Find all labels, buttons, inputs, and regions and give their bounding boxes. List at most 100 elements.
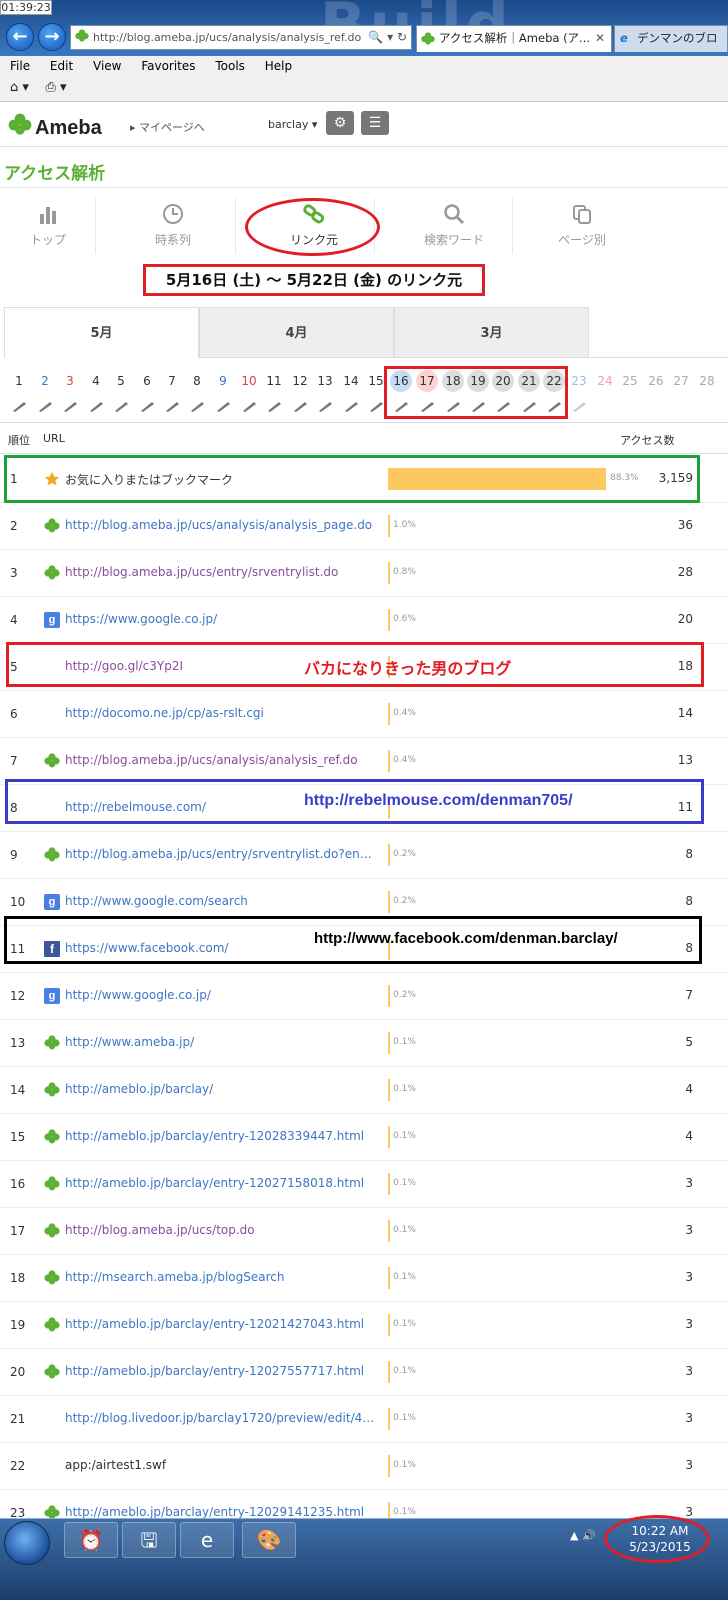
menu-file[interactable]: File	[10, 59, 30, 73]
day-10[interactable]: 10	[238, 370, 260, 392]
user-menu[interactable]: barclay ▾	[268, 118, 317, 131]
percentage-label: 0.1%	[393, 1507, 416, 1517]
day-28[interactable]: 28	[696, 370, 718, 392]
referrer-url[interactable]: https://www.google.co.jp/	[65, 612, 375, 626]
pencil-icon	[370, 402, 383, 412]
nav-top[interactable]: トップ	[0, 195, 108, 260]
referrer-url[interactable]: http://ameblo.jp/barclay/entry-120291412…	[65, 1505, 375, 1519]
address-bar[interactable]: http://blog.ameba.jp/ucs/analysis/analys…	[70, 25, 412, 50]
referrer-url[interactable]: http://ameblo.jp/barclay/entry-120271580…	[65, 1176, 375, 1190]
day-26[interactable]: 26	[645, 370, 667, 392]
ameba-clover-icon	[44, 1035, 60, 1051]
menu-help[interactable]: Help	[265, 59, 292, 73]
day-4[interactable]: 4	[85, 370, 107, 392]
day-11[interactable]: 11	[263, 370, 285, 392]
tab-ameba-analysis[interactable]: アクセス解析｜Ameba (ア... ✕	[416, 25, 612, 52]
menu-button[interactable]: ☰	[361, 111, 389, 135]
percentage-label: 0.1%	[393, 1460, 416, 1470]
menu-edit[interactable]: Edit	[50, 59, 73, 73]
rank: 3	[10, 566, 18, 580]
rank: 14	[10, 1083, 26, 1097]
referrer-url[interactable]: http://ameblo.jp/barclay/entry-120275577…	[65, 1364, 375, 1378]
nav-timeline[interactable]: 時系列	[113, 195, 233, 260]
address-tools-icon[interactable]: 🔍 ▾ ↻	[368, 26, 407, 49]
divider	[235, 198, 236, 254]
mypage-link[interactable]: ▸ マイページへ	[130, 119, 205, 135]
day-2[interactable]: 2	[34, 370, 56, 392]
clock-icon	[163, 204, 183, 224]
day-24[interactable]: 24	[594, 370, 616, 392]
nav-pages[interactable]: ページ別	[522, 195, 642, 260]
taskbar-clock-app-icon[interactable]: ⏰	[64, 1522, 118, 1558]
percentage-bar	[388, 985, 390, 1007]
day-23[interactable]: 23	[568, 370, 590, 392]
referrer-url[interactable]: http://docomo.ne.jp/cp/as-rslt.cgi	[65, 706, 375, 720]
menu-favorites[interactable]: Favorites	[141, 59, 195, 73]
taskbar-drive-icon[interactable]: 🖫	[122, 1522, 176, 1558]
taskbar-paint-icon[interactable]: 🎨	[242, 1522, 296, 1558]
referrer-url[interactable]: http://www.ameba.jp/	[65, 1035, 375, 1049]
access-count: 8	[685, 847, 693, 861]
start-button[interactable]	[4, 1521, 50, 1565]
rank: 2	[10, 519, 18, 533]
print-icon[interactable]: ⎙ ▾	[45, 80, 66, 95]
month-tab-april[interactable]: 4月	[199, 307, 394, 358]
day-7[interactable]: 7	[161, 370, 183, 392]
rank: 10	[10, 895, 26, 909]
day-1[interactable]: 1	[8, 370, 30, 392]
percentage-bar	[388, 1267, 390, 1289]
count-header: アクセス数	[620, 434, 675, 447]
nav-label: ページ別	[558, 233, 606, 247]
percentage-bar	[388, 515, 390, 537]
tab-denman-blog[interactable]: e デンマンのブロ	[614, 25, 728, 52]
day-12[interactable]: 12	[289, 370, 311, 392]
home-icon[interactable]: ⌂ ▾	[10, 80, 29, 95]
percentage-label: 0.8%	[393, 567, 416, 577]
settings-gear-button[interactable]: ⚙	[326, 111, 354, 135]
ameba-logo[interactable]: Ameba	[8, 113, 102, 140]
table-row: 9 http://blog.ameba.jp/ucs/entry/srventry…	[0, 832, 728, 879]
day-25[interactable]: 25	[619, 370, 641, 392]
day-14[interactable]: 14	[340, 370, 362, 392]
day-3[interactable]: 3	[59, 370, 81, 392]
rank: 22	[10, 1459, 26, 1473]
referrer-url[interactable]: http://blog.ameba.jp/ucs/top.do	[65, 1223, 375, 1237]
menu-tools[interactable]: Tools	[215, 59, 245, 73]
google-icon: g	[44, 988, 60, 1004]
month-tab-march[interactable]: 3月	[394, 307, 589, 358]
referrer-url[interactable]: http://msearch.ameba.jp/blogSearch	[65, 1270, 375, 1284]
back-button[interactable]: ←	[6, 23, 34, 51]
referrer-url[interactable]: http://ameblo.jp/barclay/	[65, 1082, 375, 1096]
percentage-bar	[388, 1173, 390, 1195]
referrer-url[interactable]: http://blog.ameba.jp/ucs/entry/srventryl…	[65, 565, 375, 579]
access-count: 7	[685, 988, 693, 1002]
referrer-url[interactable]: http://www.google.com/search	[65, 894, 375, 908]
close-tab-icon[interactable]: ✕	[595, 26, 605, 51]
referrer-url[interactable]: http://blog.ameba.jp/ucs/analysis/analys…	[65, 518, 375, 532]
url-header: URL	[43, 432, 65, 445]
nav-search-words[interactable]: 検索ワード	[394, 195, 514, 260]
pencil-icon	[191, 402, 204, 412]
percentage-bar	[388, 1126, 390, 1148]
forward-button[interactable]: →	[38, 23, 66, 51]
referrer-url[interactable]: http://ameblo.jp/barclay/entry-120214270…	[65, 1317, 375, 1331]
pencil-icon	[141, 402, 154, 412]
referrer-url[interactable]: http://www.google.co.jp/	[65, 988, 375, 1002]
day-6[interactable]: 6	[136, 370, 158, 392]
month-tab-may[interactable]: 5月	[4, 307, 199, 358]
day-13[interactable]: 13	[314, 370, 336, 392]
day-27[interactable]: 27	[670, 370, 692, 392]
ameba-clover-icon	[44, 1129, 60, 1145]
day-9[interactable]: 9	[212, 370, 234, 392]
referrer-url[interactable]: app:/airtest1.swf	[65, 1458, 375, 1472]
menu-view[interactable]: View	[93, 59, 121, 73]
day-8[interactable]: 8	[186, 370, 208, 392]
referrer-url[interactable]: http://blog.livedoor.jp/barclay1720/prev…	[65, 1411, 375, 1425]
referrer-url[interactable]: http://blog.ameba.jp/ucs/analysis/analys…	[65, 753, 375, 767]
referrer-url[interactable]: http://blog.ameba.jp/ucs/entry/srventryl…	[65, 847, 375, 861]
tray-icons[interactable]: ▲ 🔊	[570, 1529, 596, 1542]
pencil-icon	[90, 402, 103, 412]
taskbar-ie-icon[interactable]: e	[180, 1522, 234, 1558]
day-5[interactable]: 5	[110, 370, 132, 392]
referrer-url[interactable]: http://ameblo.jp/barclay/entry-120283394…	[65, 1129, 375, 1143]
